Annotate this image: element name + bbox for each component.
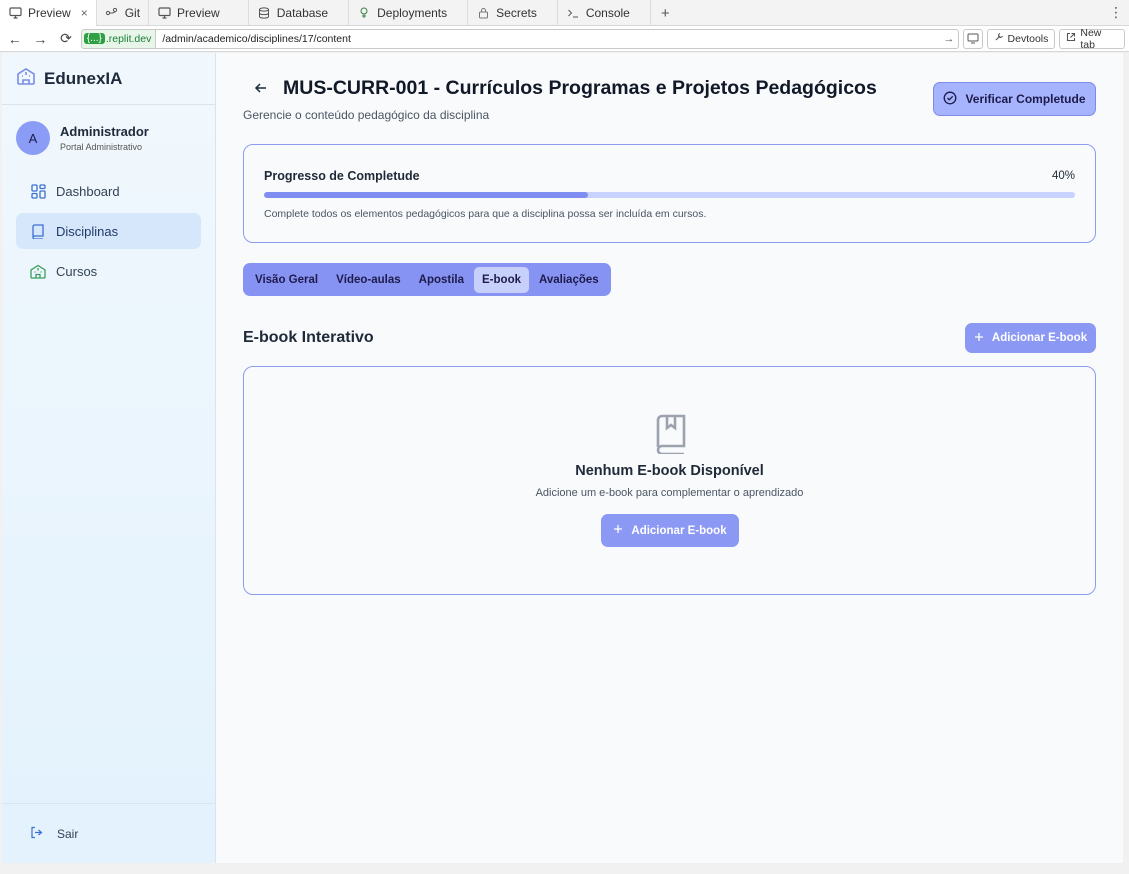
app-window: EdunexIA A Administrador Portal Administ…	[2, 53, 1123, 863]
school-icon	[30, 263, 46, 279]
book-icon	[653, 414, 689, 456]
ide-tab-label: Preview	[177, 6, 220, 20]
check-circle-icon	[943, 91, 957, 108]
forward-arrow-icon[interactable]: →	[30, 28, 52, 50]
tab-apostila[interactable]: Apostila	[411, 267, 472, 293]
host-text: .replit.dev	[105, 32, 152, 45]
screen-icon[interactable]	[962, 28, 983, 49]
sidebar: EdunexIA A Administrador Portal Administ…	[2, 53, 216, 863]
url-field[interactable]: {...} .replit.dev /admin/academico/disci…	[80, 28, 959, 49]
sidebar-item-dashboard[interactable]: Dashboard	[16, 173, 201, 209]
ide-tab-label: Console	[585, 6, 630, 20]
sidebar-item-cursos[interactable]: Cursos	[16, 253, 201, 289]
ide-tab-label: Git	[124, 6, 141, 20]
progress-note: Complete todos os elementos pedagógicos …	[264, 208, 707, 220]
book-icon	[30, 223, 46, 239]
ide-tab-label: Database	[276, 6, 329, 20]
new-tab-plus-icon[interactable]: +	[651, 0, 680, 26]
ide-tab-preview[interactable]: Preview ×	[0, 0, 97, 26]
git-icon	[105, 6, 119, 20]
reload-icon[interactable]: ⟳	[55, 28, 77, 50]
tab-ebook[interactable]: E-book	[474, 266, 529, 293]
monitor-icon	[157, 6, 171, 20]
section-title: E-book Interativo	[243, 329, 374, 346]
back-arrow-icon[interactable]	[253, 80, 269, 96]
user-role: Portal Administrativo	[60, 142, 143, 152]
add-ebook-label: Adicionar E-book	[631, 524, 727, 537]
devtools-label: Devtools	[1007, 32, 1049, 45]
url-path: /admin/academico/disciplines/17/content	[162, 32, 351, 45]
logout-icon	[30, 826, 43, 842]
empty-state-title: Nenhum E-book Disponível	[575, 463, 764, 479]
monitor-icon	[8, 6, 22, 20]
plus-icon	[613, 524, 623, 537]
sidebar-item-label: Cursos	[56, 263, 98, 279]
sidebar-item-disciplinas[interactable]: Disciplinas	[16, 213, 201, 249]
page-subtitle: Gerencie o conteúdo pedagógico da discip…	[243, 108, 490, 122]
host-badge: {...}	[83, 33, 105, 44]
content-tabs: Visão Geral Vídeo-aulas Apostila E-book …	[243, 263, 611, 296]
empty-state-card: Nenhum E-book Disponível Adicione um e-b…	[243, 366, 1096, 595]
progress-bar	[264, 192, 1075, 198]
sidebar-item-label: Disciplinas	[56, 223, 119, 239]
logout-label: Sair	[57, 826, 79, 841]
ide-tab-deployments[interactable]: Deployments	[349, 0, 469, 26]
user-name: Administrador	[60, 124, 149, 139]
school-logo-icon	[16, 66, 36, 91]
add-ebook-button[interactable]: Adicionar E-book	[965, 323, 1096, 353]
tab-visao-geral[interactable]: Visão Geral	[247, 267, 326, 293]
progress-label: Progresso de Completude	[264, 169, 420, 183]
tab-avaliacoes[interactable]: Avaliações	[531, 267, 607, 293]
verify-label: Verificar Completude	[965, 92, 1086, 106]
database-icon	[257, 6, 271, 20]
new-tab-label: New tab	[1080, 26, 1102, 51]
address-bar: ← → ⟳ {...} .replit.dev /admin/academico…	[0, 26, 1129, 52]
new-tab-button[interactable]: New tab	[1059, 26, 1125, 51]
lock-icon	[476, 6, 490, 20]
back-arrow-icon[interactable]: ←	[4, 28, 26, 50]
add-ebook-label: Adicionar E-book	[991, 332, 1088, 344]
sidebar-nav: Dashboard Disciplinas Cursos	[2, 163, 215, 289]
url-host: {...} .replit.dev	[81, 29, 157, 48]
ide-tab-database[interactable]: Database	[249, 0, 350, 26]
ide-tab-label: Secrets	[496, 6, 537, 20]
ide-tab-console[interactable]: Console	[558, 0, 651, 26]
plus-icon	[974, 332, 984, 345]
ide-tab-label: Preview	[28, 6, 71, 20]
logout-button[interactable]: Sair	[2, 803, 215, 863]
devtools-button[interactable]: Devtools	[986, 28, 1056, 49]
page-title: MUS-CURR-001 - Currículos Programas e Pr…	[283, 77, 877, 99]
empty-state-description: Adicione um e-book para complementar o a…	[535, 487, 804, 499]
ide-tab-preview-2[interactable]: Preview	[149, 0, 249, 26]
terminal-icon	[566, 6, 580, 20]
ide-tab-label: Deployments	[377, 6, 448, 20]
deploy-icon	[357, 6, 371, 20]
close-icon[interactable]: ×	[81, 6, 88, 20]
avatar: A	[16, 121, 50, 155]
ide-tab-git[interactable]: Git	[97, 0, 150, 26]
dashboard-icon	[30, 183, 46, 199]
progress-card: Progresso de Completude 40% Complete tod…	[243, 144, 1096, 243]
wrench-icon	[994, 32, 1004, 45]
sidebar-item-label: Dashboard	[56, 183, 120, 199]
ide-tab-secrets[interactable]: Secrets	[468, 0, 558, 26]
go-arrow-icon[interactable]: →	[940, 33, 958, 45]
main-content: MUS-CURR-001 - Currículos Programas e Pr…	[216, 53, 1123, 863]
brand: EdunexIA	[2, 53, 215, 105]
external-link-icon	[1066, 32, 1076, 45]
progress-percent: 40%	[1051, 170, 1075, 182]
user-profile: A Administrador Portal Administrativo	[2, 105, 215, 163]
ide-tab-bar: Preview × Git Preview Database Deploymen…	[0, 0, 1129, 26]
brand-name: EdunexIA	[44, 68, 123, 88]
add-ebook-button-empty[interactable]: Adicionar E-book	[601, 514, 739, 547]
tab-video-aulas[interactable]: Vídeo-aulas	[328, 267, 409, 293]
progress-bar-fill	[264, 192, 589, 198]
more-vertical-icon[interactable]: ⋮	[1103, 0, 1129, 25]
verify-completeness-button[interactable]: Verificar Completude	[933, 82, 1096, 116]
